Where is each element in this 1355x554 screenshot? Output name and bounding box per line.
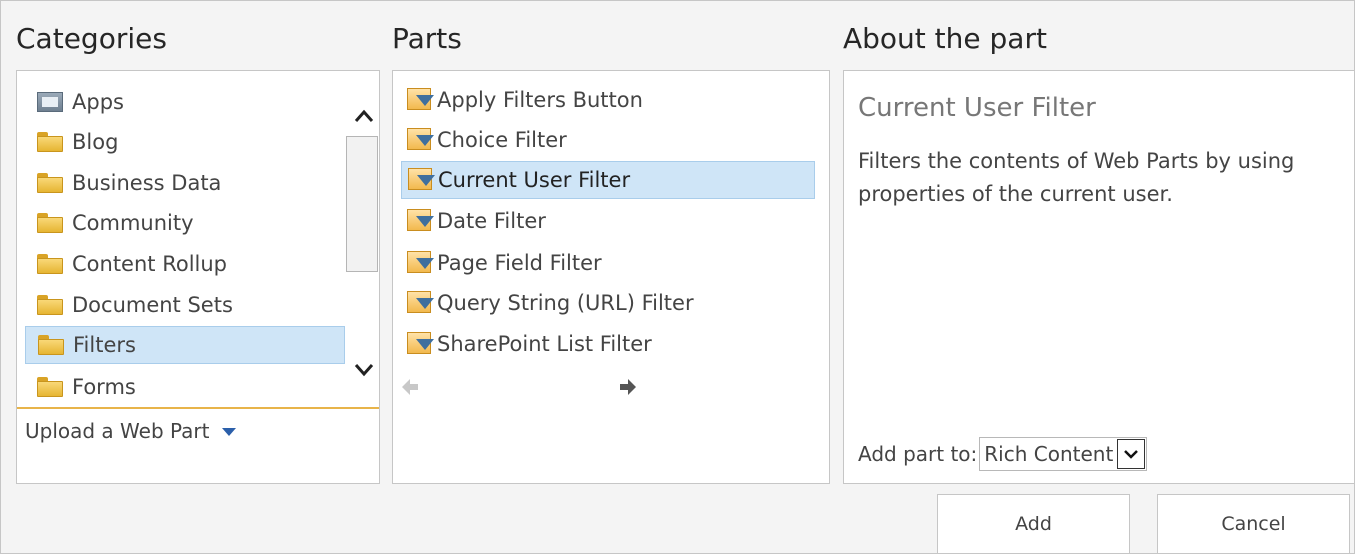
folder-icon (37, 213, 63, 233)
zone-select-value: Rich Content (984, 442, 1114, 466)
folder-icon (37, 254, 63, 274)
part-label: SharePoint List Filter (437, 332, 652, 356)
dropdown-triangle-icon (221, 428, 236, 436)
about-pane: Current User Filter Filters the contents… (843, 70, 1355, 484)
folder-icon (37, 132, 63, 152)
filter-web-part-icon (407, 291, 435, 315)
part-item-choice-filter[interactable]: Choice Filter (401, 121, 815, 159)
filter-web-part-icon (407, 251, 435, 275)
category-item-blog[interactable]: Blog (25, 123, 345, 161)
category-label: Apps (72, 90, 124, 114)
part-label: Apply Filters Button (437, 88, 643, 112)
add-part-to-row: Add part to: Rich Content (858, 437, 1148, 471)
parts-heading: Parts (392, 22, 462, 55)
category-item-community[interactable]: Community (25, 204, 345, 242)
categories-pane: Apps Blog Business Data Community Conten… (16, 70, 380, 484)
part-label: Query String (URL) Filter (437, 291, 694, 315)
chevron-up-icon[interactable] (354, 105, 374, 125)
categories-heading: Categories (16, 22, 167, 55)
category-label: Filters (73, 333, 136, 357)
divider (17, 407, 379, 409)
part-item-sharepoint-list-filter[interactable]: SharePoint List Filter (401, 325, 815, 363)
chevron-down-icon[interactable] (354, 359, 374, 379)
filter-web-part-icon (407, 332, 435, 356)
category-label: Blog (72, 130, 119, 154)
part-item-query-string-filter[interactable]: Query String (URL) Filter (401, 284, 815, 322)
part-label: Page Field Filter (437, 251, 602, 275)
category-item-apps[interactable]: Apps (25, 83, 345, 121)
chevron-down-icon[interactable] (1117, 439, 1146, 469)
apps-icon (37, 92, 63, 112)
folder-icon (37, 173, 63, 193)
about-heading: About the part (843, 22, 1047, 55)
folder-icon (37, 295, 63, 315)
previous-page-arrow-icon[interactable] (401, 377, 419, 402)
part-label: Current User Filter (438, 168, 631, 192)
category-label: Document Sets (72, 293, 233, 317)
category-item-content-rollup[interactable]: Content Rollup (25, 245, 345, 283)
next-page-arrow-icon[interactable] (619, 377, 637, 402)
categories-scrollbar[interactable] (346, 81, 380, 391)
upload-label: Upload a Web Part (25, 419, 210, 443)
category-item-business-data[interactable]: Business Data (25, 164, 345, 202)
filter-web-part-icon (407, 88, 435, 112)
part-item-page-field-filter[interactable]: Page Field Filter (401, 244, 815, 282)
zone-select[interactable]: Rich Content (979, 437, 1148, 471)
part-item-current-user-filter[interactable]: Current User Filter (401, 161, 815, 199)
folder-icon (37, 377, 63, 397)
scroll-thumb[interactable] (346, 136, 378, 272)
category-item-document-sets[interactable]: Document Sets (25, 286, 345, 324)
part-label: Date Filter (437, 209, 546, 233)
folder-icon (38, 335, 64, 355)
part-item-date-filter[interactable]: Date Filter (401, 202, 815, 240)
cancel-button[interactable]: Cancel (1157, 494, 1350, 554)
category-label: Community (72, 211, 194, 235)
category-item-forms[interactable]: Forms (25, 368, 345, 406)
filter-web-part-icon (408, 168, 436, 192)
filter-web-part-icon (407, 209, 435, 233)
add-button[interactable]: Add (937, 494, 1130, 554)
part-title: Current User Filter (858, 93, 1096, 123)
parts-pane: Apply Filters Button Choice Filter Curre… (392, 70, 830, 484)
category-label: Business Data (72, 171, 222, 195)
category-label: Content Rollup (72, 252, 227, 276)
category-label: Forms (72, 375, 136, 399)
category-item-filters[interactable]: Filters (25, 326, 345, 364)
add-part-to-label: Add part to: (858, 442, 978, 466)
part-label: Choice Filter (437, 128, 567, 152)
part-item-apply-filters-button[interactable]: Apply Filters Button (401, 81, 815, 119)
upload-web-part-link[interactable]: Upload a Web Part (25, 419, 236, 443)
filter-web-part-icon (407, 128, 435, 152)
part-description: Filters the contents of Web Parts by usi… (858, 149, 1295, 206)
